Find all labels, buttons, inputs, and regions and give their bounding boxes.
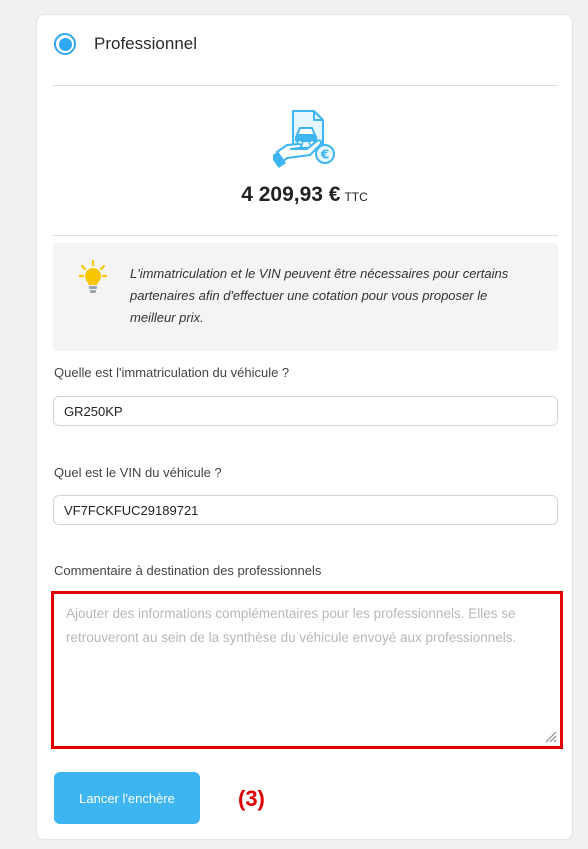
price-suffix: TTC bbox=[344, 190, 368, 204]
svg-text:€: € bbox=[320, 148, 329, 162]
price-display: 4 209,93 € TTC bbox=[37, 183, 572, 207]
professional-offer-card: Professionnel € 4 209,93 € TTC L'immatri… bbox=[36, 14, 573, 840]
step-annotation: (3) bbox=[238, 786, 265, 811]
comment-label: Commentaire à destination des profession… bbox=[54, 563, 322, 578]
price-amount: 4 209,93 € bbox=[241, 183, 341, 206]
divider bbox=[53, 85, 558, 86]
professionnel-option-label: Professionnel bbox=[94, 34, 198, 53]
comment-textarea[interactable] bbox=[54, 594, 560, 746]
vin-input[interactable] bbox=[53, 495, 558, 525]
radio-selected-dot bbox=[58, 37, 72, 51]
info-text: L'immatriculation et le VIN peuvent être… bbox=[130, 266, 509, 325]
resize-grip-icon[interactable] bbox=[543, 729, 557, 743]
professionnel-radio[interactable] bbox=[54, 33, 76, 55]
lightbulb-icon bbox=[79, 260, 107, 293]
professionnel-option[interactable]: Professionnel bbox=[54, 33, 197, 55]
car-document-euro-icon: € bbox=[273, 110, 335, 168]
comment-highlight-box bbox=[51, 591, 563, 749]
registration-input[interactable] bbox=[53, 396, 558, 426]
registration-label: Quelle est l'immatriculation du véhicule… bbox=[54, 365, 290, 380]
vin-label: Quel est le VIN du véhicule ? bbox=[54, 465, 222, 480]
info-notice: L'immatriculation et le VIN peuvent être… bbox=[53, 243, 558, 351]
divider bbox=[53, 235, 558, 236]
lancer-enchere-button[interactable]: Lancer l'enchère bbox=[54, 772, 200, 824]
